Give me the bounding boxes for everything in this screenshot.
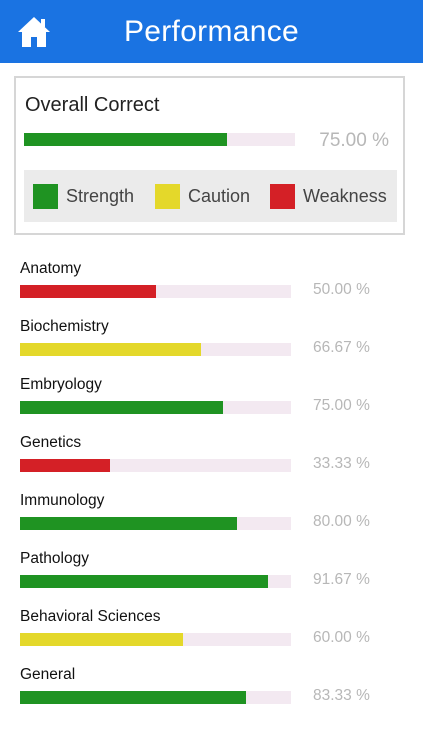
subject-progress-bar	[20, 459, 291, 472]
subject-progress-fill	[20, 285, 156, 298]
overall-title: Overall Correct	[25, 94, 160, 116]
subject-progress-bar	[20, 343, 291, 356]
subject-row[interactable]: Biochemistry 66.67 %	[20, 318, 410, 358]
subject-name: Biochemistry	[20, 318, 109, 335]
legend-label-caution: Caution	[188, 185, 251, 206]
subject-row[interactable]: Anatomy 50.00 %	[20, 260, 410, 300]
subject-progress-bar	[20, 633, 291, 646]
legend: Strength Caution Weakness	[24, 170, 397, 222]
subject-name: General	[20, 666, 76, 683]
caution-swatch	[155, 183, 180, 209]
subject-progress-fill	[20, 575, 269, 588]
overall-percent: 75.00 %	[319, 130, 389, 151]
subject-row[interactable]: Embryology 75.00 %	[20, 376, 410, 416]
subject-percent: 80.00 %	[313, 513, 370, 530]
overall-progress-bar	[24, 133, 295, 146]
subject-name: Embryology	[20, 376, 102, 393]
subject-progress-bar	[20, 691, 291, 704]
subject-percent: 75.00 %	[313, 397, 370, 414]
subject-name: Behavioral Sciences	[20, 608, 161, 625]
subject-progress-fill	[20, 517, 237, 530]
subject-row[interactable]: Genetics 33.33 %	[20, 434, 410, 474]
legend-item-weakness: Weakness	[270, 182, 387, 210]
subject-progress-bar	[20, 517, 291, 530]
subject-name: Genetics	[20, 434, 82, 451]
legend-label-strength: Strength	[66, 185, 135, 206]
subject-row[interactable]: Pathology 91.67 %	[20, 550, 410, 590]
subject-progress-bar	[20, 285, 291, 298]
subject-percent: 50.00 %	[313, 281, 370, 298]
subject-row[interactable]: Immunology 80.00 %	[20, 492, 410, 532]
subject-row[interactable]: Behavioral Sciences 60.00 %	[20, 608, 410, 648]
subject-percent: 91.67 %	[313, 571, 370, 588]
subject-progress-fill	[20, 691, 246, 704]
subject-progress-fill	[20, 343, 201, 356]
subject-percent: 60.00 %	[313, 629, 370, 646]
subject-progress-fill	[20, 401, 224, 414]
legend-item-caution: Caution	[155, 182, 250, 210]
subject-name: Pathology	[20, 550, 89, 567]
weakness-swatch	[270, 183, 295, 209]
overall-progress-fill	[24, 133, 228, 146]
overall-card: Overall Correct 75.00 % Strength Caution…	[14, 76, 405, 235]
page-title: Performance	[123, 15, 300, 48]
strength-swatch	[33, 183, 58, 209]
subject-progress-fill	[20, 459, 111, 472]
subject-percent: 83.33 %	[313, 687, 370, 704]
subject-progress-bar	[20, 401, 291, 414]
subject-percent: 66.67 %	[313, 339, 370, 356]
legend-label-weakness: Weakness	[303, 185, 387, 206]
subject-name: Immunology	[20, 492, 105, 509]
app-header: Performance	[0, 0, 423, 63]
subject-progress-bar	[20, 575, 291, 588]
legend-item-strength: Strength	[33, 182, 134, 210]
subject-row[interactable]: General 83.33 %	[20, 666, 410, 706]
subject-name: Anatomy	[20, 260, 82, 277]
subject-percent: 33.33 %	[313, 455, 370, 472]
subject-progress-fill	[20, 633, 183, 646]
